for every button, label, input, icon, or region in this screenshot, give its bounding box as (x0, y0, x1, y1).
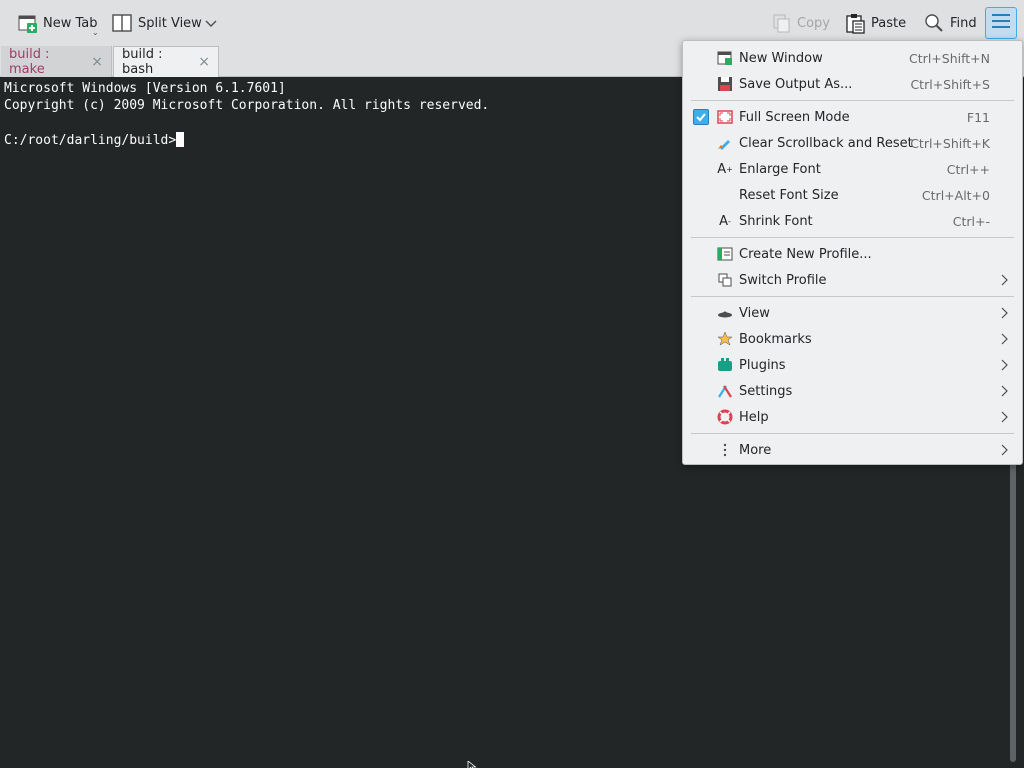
menu-separator (691, 296, 1014, 297)
new-tab-button[interactable]: New Tab ⌄ (12, 8, 102, 38)
shrink-font-icon: A- (719, 213, 731, 229)
copy-button[interactable]: Copy (766, 8, 834, 38)
close-icon[interactable]: × (91, 54, 103, 70)
menu-item-label: Settings (739, 383, 793, 399)
copy-label: Copy (797, 15, 830, 31)
menu-item-view[interactable]: View (683, 300, 1022, 326)
more-icon (717, 442, 733, 458)
checkbox-checked-icon[interactable] (693, 109, 709, 125)
menu-item-enlarge-font[interactable]: A + Enlarge Font Ctrl++ (683, 156, 1022, 182)
menu-item-label: Switch Profile (739, 272, 827, 288)
hamburger-menu: New Window Ctrl+Shift+N Save Output As..… (682, 40, 1023, 465)
menu-item-shortcut: Ctrl+- (952, 213, 990, 229)
fullscreen-icon (717, 109, 733, 125)
terminal-prompt: C:/root/darling/build> (4, 133, 177, 148)
menu-item-full-screen[interactable]: Full Screen Mode F11 (683, 104, 1022, 130)
menu-item-create-new-profile[interactable]: Create New Profile... (683, 241, 1022, 267)
paste-icon (844, 12, 866, 34)
new-profile-icon (717, 246, 733, 262)
menu-item-settings[interactable]: Settings (683, 378, 1022, 404)
close-icon[interactable]: × (198, 54, 210, 70)
help-icon (717, 409, 733, 425)
chevron-down-icon (204, 16, 218, 30)
view-icon (717, 305, 733, 321)
menu-item-shortcut: Ctrl+Shift+S (910, 76, 990, 92)
menu-item-label: Enlarge Font (739, 161, 821, 177)
switch-profile-icon (717, 272, 733, 288)
chevron-right-icon (1000, 359, 1008, 375)
hamburger-menu-button[interactable] (985, 7, 1017, 39)
terminal-line: Microsoft Windows [Version 6.1.7601] (4, 81, 286, 96)
menu-item-label: Bookmarks (739, 331, 812, 347)
search-icon (923, 12, 945, 34)
menu-item-new-window[interactable]: New Window Ctrl+Shift+N (683, 45, 1022, 71)
tab-label: build : bash (122, 47, 163, 77)
chevron-right-icon (1000, 274, 1008, 290)
new-window-icon (717, 50, 733, 66)
split-view-dropdown[interactable] (200, 8, 222, 38)
chevron-right-icon (1000, 333, 1008, 349)
hamburger-icon (991, 13, 1011, 33)
menu-item-help[interactable]: Help (683, 404, 1022, 430)
menu-item-label: Full Screen Mode (739, 109, 850, 125)
chevron-right-icon (1000, 307, 1008, 323)
chevron-down-icon: ⌄ (92, 28, 99, 37)
terminal-line: Copyright (c) 2009 Microsoft Corporation… (4, 98, 490, 113)
split-view-label: Split View (138, 15, 202, 31)
new-tab-icon (16, 12, 38, 34)
paste-button[interactable]: Paste (840, 8, 910, 38)
tab-build-bash[interactable]: build : bash × (113, 46, 219, 77)
tab-build-make[interactable]: build : make × (1, 46, 112, 77)
split-view-button[interactable]: Split View (107, 8, 206, 38)
menu-item-save-output[interactable]: Save Output As... Ctrl+Shift+S (683, 71, 1022, 97)
chevron-right-icon (1000, 385, 1008, 401)
menu-item-label: Shrink Font (739, 213, 813, 229)
menu-item-clear-scrollback[interactable]: Clear Scrollback and Reset Ctrl+Shift+K (683, 130, 1022, 156)
menu-item-shortcut: F11 (966, 109, 990, 125)
split-view-icon (111, 12, 133, 34)
menu-item-plugins[interactable]: Plugins (683, 352, 1022, 378)
menu-item-bookmarks[interactable]: Bookmarks (683, 326, 1022, 352)
menu-item-switch-profile[interactable]: Switch Profile (683, 267, 1022, 293)
save-icon (717, 76, 733, 92)
terminal-prompt-line: C:/root/darling/build> (4, 132, 185, 148)
menu-item-label: Plugins (739, 357, 786, 373)
copy-icon (770, 12, 792, 34)
menu-item-shortcut: Ctrl++ (946, 161, 990, 177)
menu-item-reset-font-size[interactable]: Reset Font Size Ctrl+Alt+0 (683, 182, 1022, 208)
menu-item-shrink-font[interactable]: A- Shrink Font Ctrl+- (683, 208, 1022, 234)
plugins-icon (717, 357, 733, 373)
menu-item-label: New Window (739, 50, 823, 66)
menu-item-label: Create New Profile... (739, 246, 872, 262)
chevron-right-icon (1000, 411, 1008, 427)
menu-item-label: More (739, 442, 772, 458)
menu-item-shortcut: Ctrl+Shift+K (910, 135, 990, 151)
mouse-pointer-icon (467, 760, 477, 768)
paste-label: Paste (871, 15, 907, 31)
menu-item-shortcut: Ctrl+Shift+N (909, 50, 990, 66)
enlarge-font-icon: A + (717, 161, 733, 177)
settings-icon (717, 383, 733, 399)
menu-item-label: Reset Font Size (739, 187, 839, 203)
menu-item-label: View (739, 305, 770, 321)
find-button[interactable]: Find (919, 8, 981, 38)
new-tab-label: New Tab (43, 15, 98, 31)
tab-label: build : make (9, 46, 50, 77)
menu-item-label: Clear Scrollback and Reset (739, 135, 913, 151)
chevron-right-icon (1000, 444, 1008, 460)
find-label: Find (950, 15, 977, 31)
menu-item-label: Save Output As... (739, 76, 853, 92)
text-cursor (176, 132, 185, 147)
menu-separator (691, 433, 1014, 434)
menu-item-more[interactable]: More (683, 437, 1022, 463)
menu-separator (691, 237, 1014, 238)
bookmarks-icon (717, 331, 733, 347)
menu-item-shortcut: Ctrl+Alt+0 (921, 187, 990, 203)
clear-icon (717, 135, 733, 151)
menu-separator (691, 100, 1014, 101)
menu-item-label: Help (739, 409, 769, 425)
